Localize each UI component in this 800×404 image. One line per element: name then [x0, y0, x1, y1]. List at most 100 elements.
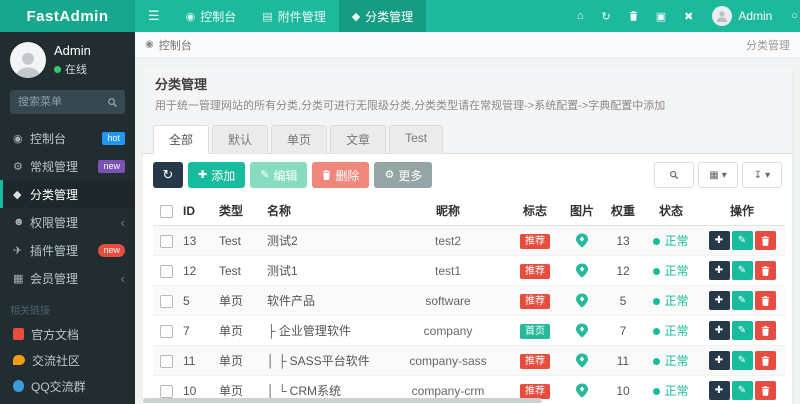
row-delete-button[interactable]: [754, 261, 776, 280]
row-checkbox[interactable]: [159, 324, 173, 338]
menu-badge: new: [98, 159, 125, 173]
sidebar-user-panel: Admin 在线: [0, 32, 135, 86]
sidebar-link-label: QQ交流群: [31, 379, 86, 394]
category-table: ID 类型 名称 昵称 标志 图片 权重 状态 操作 13 Test 测试2 test2 推荐 13 正常 ✚…: [153, 196, 785, 404]
column-header[interactable]: 图片: [561, 196, 603, 226]
column-header[interactable]: ID: [179, 196, 215, 226]
sidebar-item[interactable]: ☻ 权限管理 ‹: [0, 208, 135, 236]
sidebar-item[interactable]: ✈ 插件管理 new: [0, 236, 135, 264]
row-add-button[interactable]: ✚: [708, 231, 730, 250]
table-row[interactable]: 5 单页 软件产品 software 推荐 5 正常 ✚ ✎: [153, 285, 785, 316]
select-all-checkbox[interactable]: [153, 196, 179, 226]
tab-item[interactable]: 文章: [330, 125, 387, 154]
column-header[interactable]: 类型: [215, 196, 263, 226]
sidebar-item[interactable]: ⚙ 常规管理 new: [0, 152, 135, 180]
fullscreen-icon[interactable]: ✖: [675, 0, 702, 32]
layers-icon[interactable]: ▣: [647, 0, 675, 32]
sidebar-toggle-button[interactable]: ☰: [135, 0, 173, 32]
column-header[interactable]: 权重: [603, 196, 643, 226]
nickname-cell: test2: [387, 225, 509, 256]
edit-button[interactable]: ✎ 编辑: [250, 162, 308, 188]
image-cell: [561, 225, 603, 256]
image-cell: [561, 285, 603, 316]
delete-button[interactable]: 删除: [312, 162, 370, 188]
column-header[interactable]: 状态: [643, 196, 699, 226]
column-header[interactable]: 标志: [509, 196, 561, 226]
sidebar-link[interactable]: 官方文档: [0, 321, 135, 347]
column-header[interactable]: 名称: [263, 196, 387, 226]
table-row[interactable]: 7 单页 ├ 企业管理软件 company 首页 7 正常 ✚ ✎: [153, 315, 785, 346]
row-select-cell: [153, 225, 179, 256]
row-edit-button[interactable]: ✎: [731, 231, 753, 250]
row-checkbox[interactable]: [159, 354, 173, 368]
row-add-button[interactable]: ✚: [708, 381, 730, 400]
row-edit-button[interactable]: ✎: [731, 321, 753, 340]
row-edit-button[interactable]: ✎: [731, 381, 753, 400]
row-checkbox[interactable]: [159, 384, 173, 398]
row-delete-button[interactable]: [754, 231, 776, 250]
row-delete-button[interactable]: [754, 321, 776, 340]
row-delete-button[interactable]: [754, 351, 776, 370]
trash-icon[interactable]: [620, 0, 647, 32]
power-icon[interactable]: ○: [782, 0, 800, 32]
table-row[interactable]: 13 Test 测试2 test2 推荐 13 正常 ✚ ✎: [153, 225, 785, 256]
user-menu[interactable]: Admin: [702, 6, 782, 26]
horizontal-scrollbar[interactable]: [143, 398, 542, 403]
search-toggle-button[interactable]: [654, 162, 694, 188]
refresh-button[interactable]: ↻: [153, 162, 183, 188]
dashboard-icon: ◉: [185, 10, 196, 23]
row-edit-button[interactable]: ✎: [731, 291, 753, 310]
type-cell: Test: [215, 225, 263, 256]
row-add-button[interactable]: ✚: [708, 291, 730, 310]
row-add-button[interactable]: ✚: [708, 321, 730, 340]
row-delete-button[interactable]: [754, 291, 776, 310]
row-add-button[interactable]: ✚: [708, 261, 730, 280]
column-header[interactable]: 昵称: [387, 196, 509, 226]
column-header[interactable]: 操作: [699, 196, 785, 226]
row-delete-button[interactable]: [754, 381, 776, 400]
row-checkbox[interactable]: [159, 264, 173, 278]
columns-dropdown-button[interactable]: ▦ ▾: [698, 162, 738, 188]
topnav-item[interactable]: ◉ 控制台: [173, 0, 250, 32]
home-icon[interactable]: ⌂: [568, 0, 593, 32]
flag-cell: 推荐: [509, 345, 561, 376]
tab-item[interactable]: 默认: [212, 125, 269, 154]
weight-cell: 7: [603, 315, 643, 346]
tab-item[interactable]: 单页: [271, 125, 328, 154]
menu-search-input[interactable]: [10, 96, 107, 108]
row-add-button[interactable]: ✚: [708, 351, 730, 370]
sidebar-link[interactable]: 交流社区: [0, 347, 135, 373]
row-checkbox[interactable]: [159, 294, 173, 308]
brand-logo[interactable]: FastAdmin: [0, 0, 135, 32]
sidebar-link[interactable]: QQ交流群: [0, 373, 135, 399]
more-button[interactable]: ⚙ 更多: [374, 162, 433, 188]
topnav-item[interactable]: ▤ 附件管理: [249, 0, 338, 32]
id-cell: 12: [179, 255, 215, 286]
panel-body: ↻ ✚ 添加 ✎ 编辑 删除 ⚙ 更多 ▦ ▾ ↧ ▾ ID 类型 名称 昵称 …: [143, 154, 792, 404]
table-row[interactable]: 11 单页 │ ├ SASS平台软件 company-sass 推荐 11 正常 ✚ ✎: [153, 345, 785, 376]
export-dropdown-button[interactable]: ↧ ▾: [742, 162, 782, 188]
gear-icon: ⚙: [384, 168, 395, 181]
row-checkbox[interactable]: [159, 234, 173, 248]
table-row[interactable]: 12 Test 测试1 test1 推荐 12 正常 ✚ ✎: [153, 255, 785, 286]
sidebar-item[interactable]: ◉ 控制台 hot: [0, 124, 135, 152]
id-cell: 5: [179, 285, 215, 316]
tab-active[interactable]: 全部: [153, 125, 210, 154]
topnav-item[interactable]: ◆ 分类管理: [338, 0, 427, 32]
row-edit-button[interactable]: ✎: [731, 351, 753, 370]
nickname-cell: company: [387, 315, 509, 346]
tab-item[interactable]: Test: [389, 125, 444, 154]
status-label: 正常: [664, 264, 689, 278]
dashboard-icon: ◉: [13, 132, 23, 145]
refresh-icon[interactable]: ↻: [592, 0, 619, 32]
breadcrumb-home[interactable]: 控制台: [159, 37, 192, 53]
sidebar-item[interactable]: ◆ 分类管理: [0, 180, 135, 208]
search-icon[interactable]: [107, 97, 125, 108]
name-cell: ├ 企业管理软件: [263, 315, 387, 346]
add-button[interactable]: ✚ 添加: [188, 162, 246, 188]
status-cell: 正常: [643, 315, 699, 346]
type-cell: 单页: [215, 345, 263, 376]
sidebar-item[interactable]: ▦ 会员管理 ‹: [0, 264, 135, 292]
type-cell: Test: [215, 255, 263, 286]
row-edit-button[interactable]: ✎: [731, 261, 753, 280]
